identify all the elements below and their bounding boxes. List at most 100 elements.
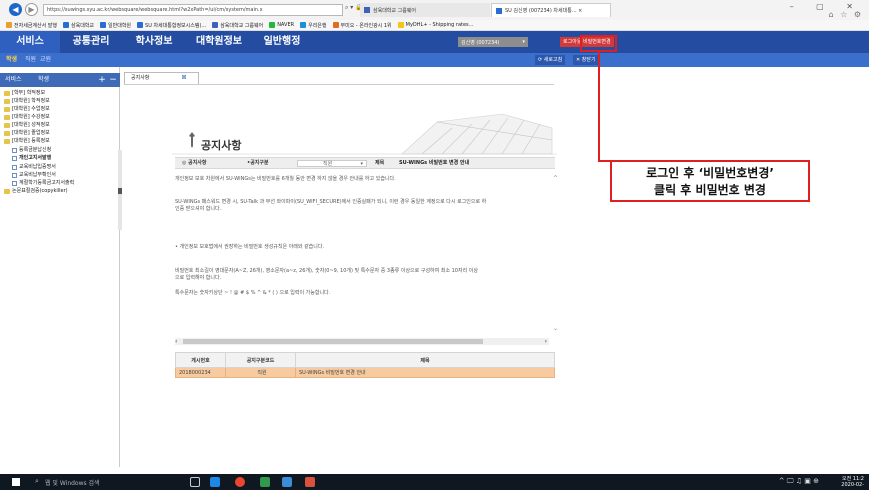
sidebar-tab-student[interactable]: 학생 — [38, 73, 49, 87]
splitter-arrow-icon[interactable] — [118, 188, 122, 194]
favorite-link[interactable]: 삼육대학교 그룹웨어 — [212, 22, 263, 29]
clock-date[interactable]: 2020-02- — [841, 482, 864, 488]
tree-item-label: 교육비납부확인서 — [19, 172, 56, 178]
menu-general-admin[interactable]: 일반행정 — [252, 31, 312, 53]
sidebar-tree-item[interactable]: [대학원] 수업정보 — [4, 106, 50, 113]
filter-category-label: •공지구분 — [247, 160, 269, 166]
tree-item-label: 교육비납입증명서 — [19, 164, 56, 170]
column-header[interactable]: 제목 — [295, 352, 555, 368]
windows-taskbar: ⌕ 웹 및 Windows 검색 ^ 🖵 ♫ ▣ ⊕ 오전 11:2 2020-… — [0, 474, 869, 490]
subtab-faculty[interactable]: 교원 — [40, 53, 51, 67]
sidebar-tree-item[interactable]: [학부] 학적정보 — [4, 90, 45, 97]
tree-item-label: [대학원] 등록정보 — [12, 138, 50, 144]
favorite-link[interactable]: 부미오 - 온라인광시 1위 — [332, 22, 392, 29]
menu-academic-info[interactable]: 학사정보 — [126, 31, 182, 53]
home-star-gear-icon[interactable]: ⌂ ☆ ⚙ — [828, 10, 863, 19]
excel-icon[interactable] — [260, 477, 270, 487]
search-icon[interactable]: ⌕ — [35, 477, 39, 486]
favorite-label: 전자세금계산서 발행 — [14, 22, 57, 29]
sidebar-tree-item[interactable]: [대학원] 성적정보 — [4, 122, 50, 129]
favorite-icon — [100, 22, 107, 28]
clock-time[interactable]: 오전 11:2 — [842, 475, 864, 482]
favorite-link[interactable]: 우리은행 — [300, 22, 327, 29]
user-select[interactable]: 김신영 (007234) ▾ — [458, 37, 528, 47]
browser-address-bar: ◀ ▶ https://suwings.syu.ac.kr/websquare/… — [0, 0, 869, 20]
sidebar-tree-item[interactable]: 등록금분납신청 — [12, 147, 51, 154]
notice-paragraph: SU-WINGs 패스워드 변경 시, SU-Talk 과 무선 와이파이(SU… — [175, 199, 487, 205]
user-name: 김신영 (007234) — [461, 39, 500, 46]
browser-tab-label: 삼육대학교 그룹웨어 — [373, 7, 416, 14]
sidebar-tree-item[interactable]: 교육비납부확인서 — [12, 172, 56, 179]
browser-tab-groupware[interactable]: 삼육대학교 그룹웨어 — [360, 3, 490, 17]
favorite-link[interactable]: MyDHL+ - Shipping rates... — [397, 22, 473, 28]
category-value: 직원 — [323, 161, 333, 167]
powerpoint-icon[interactable] — [305, 477, 315, 487]
chrome-icon[interactable] — [235, 477, 245, 487]
sidebar-tree-item[interactable]: 논문표절검증(copykiller) — [4, 188, 68, 195]
menu-graduate-info[interactable]: 대학원정보 — [188, 31, 250, 53]
filter-notice-label: ◎ 공지사항 — [182, 160, 207, 166]
table-row[interactable]: 2018000234 직원 SU-WINGs 비밀번호 변경 안내 — [175, 367, 555, 378]
document-icon — [12, 156, 17, 161]
refresh-button[interactable]: ⟳ 새로고침 — [535, 55, 566, 65]
sub-menu-bar: 학생 직원 교원 ⟳ 새로고침 ✕ 창닫기 — [0, 53, 869, 67]
close-all-button[interactable]: ✕ 창닫기 — [573, 55, 599, 65]
app-icon[interactable] — [282, 477, 292, 487]
groupware-favicon-icon — [364, 7, 370, 13]
browser-tab-suwings[interactable]: SU 김신영 (007234) 차세대통... × — [491, 3, 611, 17]
tree-item-label: 계절학기등록금고지서출력 — [19, 180, 75, 186]
scroll-up-icon[interactable]: ^ — [553, 175, 558, 182]
scroll-down-icon[interactable]: ⌄ — [553, 325, 558, 332]
windows-start-icon[interactable] — [12, 478, 20, 486]
subtab-student[interactable]: 학생 — [6, 53, 17, 67]
folder-icon — [4, 115, 10, 120]
folder-icon — [4, 107, 10, 112]
url-input[interactable]: https://suwings.syu.ac.kr/websquare/webs… — [43, 4, 343, 16]
browser-tab-label: SU 김신영 (007234) 차세대통... × — [505, 8, 583, 14]
favorite-link[interactable]: 일반대학원 — [100, 22, 131, 29]
favorite-icon — [63, 22, 69, 28]
scroll-right-icon[interactable]: › — [545, 338, 547, 345]
column-header[interactable]: 공지구분코드 — [225, 352, 296, 368]
favorite-link[interactable]: 전자세금계산서 발행 — [6, 22, 57, 29]
table-cell: 2018000234 — [175, 367, 226, 378]
back-arrow-icon[interactable]: ◀ — [9, 3, 22, 16]
notice-paragraph: 특수문자는 숫자키상단 ~ ! @ # $ % ^ & * ( ) 으로 입력이… — [175, 290, 331, 296]
sidebar-tree-item[interactable]: 계절학기등록금고지서출력 — [12, 180, 74, 187]
favorite-link[interactable]: NAVER — [269, 22, 294, 28]
task-view-icon[interactable] — [190, 477, 200, 487]
category-select[interactable]: 직원 ▾ — [297, 160, 367, 167]
scroll-left-icon[interactable]: ‹ — [175, 338, 177, 345]
favorite-label: 우리은행 — [308, 22, 327, 29]
menu-service[interactable]: 서비스 — [0, 31, 60, 53]
sidebar-tree-item[interactable]: [대학원] 학적정보 — [4, 98, 50, 105]
page-title: 공지사항 — [201, 139, 242, 152]
taskbar-search-input[interactable]: 웹 및 Windows 검색 — [45, 478, 100, 487]
collapse-all-icon[interactable]: − — [108, 75, 118, 85]
sidebar-tree-item[interactable]: 개인고지서발행 — [12, 155, 51, 162]
sidebar-tree-item[interactable]: [대학원] 등록정보 — [4, 138, 50, 145]
tree-item-label: 논문표절검증(copykiller) — [12, 188, 68, 194]
filter-row: ◎ 공지사항 •공지구분 직원 ▾ 제목 SU-WINGs 비밀번호 변경 안내 — [175, 157, 555, 169]
notice-paragraph: 으로 입력해야 합니다. — [175, 275, 222, 281]
horizontal-scrollbar[interactable]: ‹ › — [175, 338, 549, 345]
column-header[interactable]: 게시번호 — [175, 352, 226, 368]
close-tab-icon[interactable]: ⊠ — [180, 74, 188, 82]
folder-icon — [4, 123, 10, 128]
sidebar-tree-item[interactable]: [대학원] 졸업정보 — [4, 130, 50, 137]
expand-all-icon[interactable]: + — [97, 75, 107, 85]
system-tray[interactable]: ^ 🖵 ♫ ▣ ⊕ — [779, 477, 819, 486]
subtab-staff[interactable]: 직원 — [25, 53, 36, 67]
scrollbar-thumb[interactable] — [183, 339, 483, 344]
edge-icon[interactable] — [210, 477, 220, 487]
favorite-link[interactable]: SU 차세대통합정보시스템(... — [137, 22, 206, 29]
sidebar-tree-item[interactable]: [대학원] 수강정보 — [4, 114, 50, 121]
forward-arrow-icon[interactable]: ▶ — [25, 3, 38, 16]
menu-common-management[interactable]: 공통관리 — [60, 31, 122, 53]
sidebar-tab-service[interactable]: 서비스 — [5, 73, 22, 87]
chevron-down-icon: ▾ — [360, 161, 363, 167]
favorite-link[interactable]: 삼육대학교 — [63, 22, 94, 29]
pin-icon — [189, 132, 195, 148]
sidebar-tree-item[interactable]: 교육비납입증명서 — [12, 164, 56, 171]
highlight-box — [580, 35, 617, 52]
